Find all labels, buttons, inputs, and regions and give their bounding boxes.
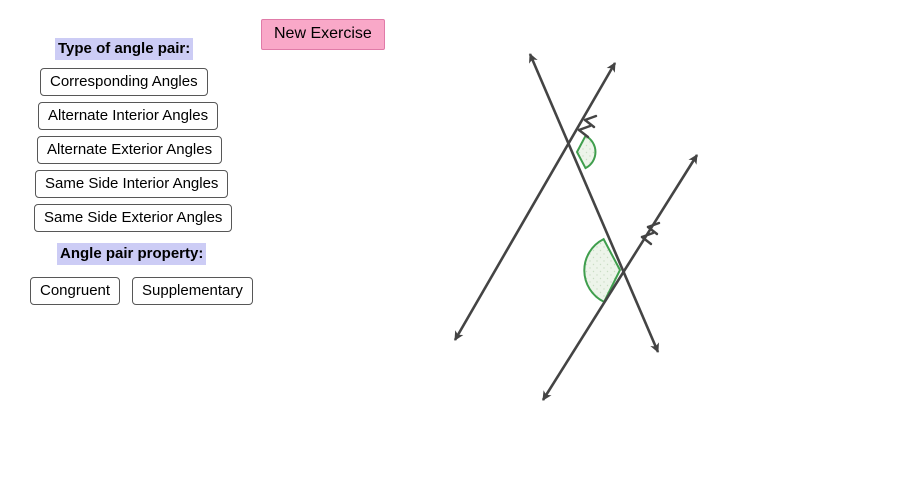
upper-marked-angle xyxy=(575,134,597,170)
option-alternate-interior-angles[interactable]: Alternate Interior Angles xyxy=(38,102,219,130)
option-same-side-interior-angles[interactable]: Same Side Interior Angles xyxy=(35,170,229,198)
option-alternate-exterior-angles[interactable]: Alternate Exterior Angles xyxy=(37,136,223,164)
marked-angle-regions xyxy=(575,134,622,304)
option-supplementary[interactable]: Supplementary xyxy=(132,277,253,305)
option-same-side-exterior-angles[interactable]: Same Side Exterior Angles xyxy=(34,204,233,232)
parallel-line-lower[interactable] xyxy=(541,154,699,401)
angle-type-heading: Type of angle pair: xyxy=(55,38,194,60)
angle-property-heading: Angle pair property: xyxy=(57,243,207,265)
parallel-line-upper[interactable] xyxy=(453,62,617,341)
applet-stage: Type of angle pair: Corresponding Angles… xyxy=(0,0,900,500)
new-exercise-button[interactable]: New Exercise xyxy=(261,19,385,50)
geometry-figure xyxy=(420,0,900,500)
option-corresponding-angles[interactable]: Corresponding Angles xyxy=(40,68,208,96)
control-panel: Type of angle pair: Corresponding Angles… xyxy=(0,0,420,500)
option-congruent[interactable]: Congruent xyxy=(30,277,121,305)
geometry-canvas xyxy=(453,53,699,401)
